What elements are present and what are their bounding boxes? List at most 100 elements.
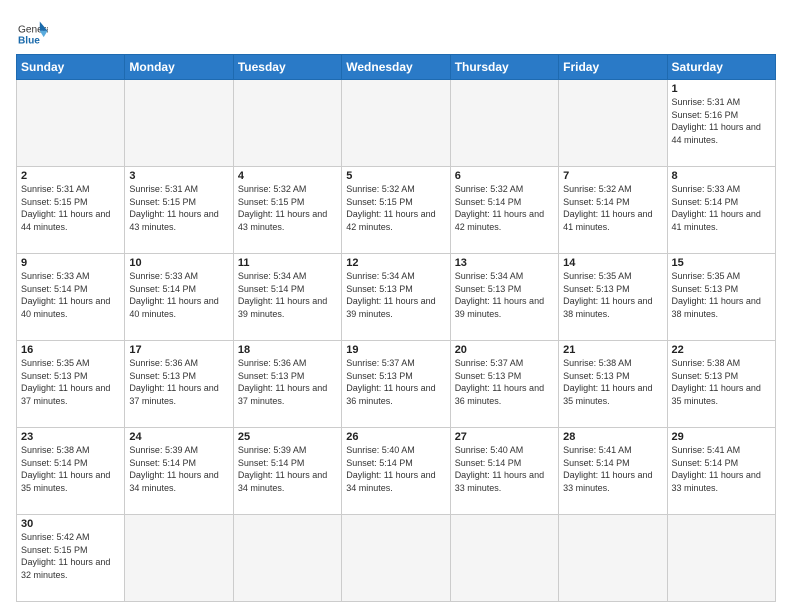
day-number: 3	[129, 170, 228, 182]
calendar-cell: 23Sunrise: 5:38 AMSunset: 5:14 PMDayligh…	[17, 428, 125, 515]
day-number: 11	[238, 257, 337, 269]
day-info: Sunrise: 5:36 AMSunset: 5:13 PMDaylight:…	[129, 357, 228, 407]
calendar-cell: 1Sunrise: 5:31 AMSunset: 5:16 PMDaylight…	[667, 80, 775, 167]
day-info: Sunrise: 5:32 AMSunset: 5:14 PMDaylight:…	[455, 183, 554, 233]
day-info: Sunrise: 5:38 AMSunset: 5:13 PMDaylight:…	[672, 357, 771, 407]
weekday-row: SundayMondayTuesdayWednesdayThursdayFrid…	[17, 55, 776, 80]
calendar-cell: 22Sunrise: 5:38 AMSunset: 5:13 PMDayligh…	[667, 341, 775, 428]
calendar-cell: 9Sunrise: 5:33 AMSunset: 5:14 PMDaylight…	[17, 254, 125, 341]
day-number: 24	[129, 431, 228, 443]
calendar-cell: 29Sunrise: 5:41 AMSunset: 5:14 PMDayligh…	[667, 428, 775, 515]
calendar-cell: 18Sunrise: 5:36 AMSunset: 5:13 PMDayligh…	[233, 341, 341, 428]
day-info: Sunrise: 5:33 AMSunset: 5:14 PMDaylight:…	[21, 270, 120, 320]
day-number: 6	[455, 170, 554, 182]
calendar-cell: 21Sunrise: 5:38 AMSunset: 5:13 PMDayligh…	[559, 341, 667, 428]
calendar-week-6: 30Sunrise: 5:42 AMSunset: 5:15 PMDayligh…	[17, 515, 776, 602]
day-number: 10	[129, 257, 228, 269]
calendar-week-4: 16Sunrise: 5:35 AMSunset: 5:13 PMDayligh…	[17, 341, 776, 428]
day-info: Sunrise: 5:41 AMSunset: 5:14 PMDaylight:…	[672, 444, 771, 494]
calendar-week-3: 9Sunrise: 5:33 AMSunset: 5:14 PMDaylight…	[17, 254, 776, 341]
calendar-cell: 13Sunrise: 5:34 AMSunset: 5:13 PMDayligh…	[450, 254, 558, 341]
day-info: Sunrise: 5:38 AMSunset: 5:13 PMDaylight:…	[563, 357, 662, 407]
calendar-cell: 19Sunrise: 5:37 AMSunset: 5:13 PMDayligh…	[342, 341, 450, 428]
day-number: 28	[563, 431, 662, 443]
calendar-cell: 15Sunrise: 5:35 AMSunset: 5:13 PMDayligh…	[667, 254, 775, 341]
day-info: Sunrise: 5:39 AMSunset: 5:14 PMDaylight:…	[238, 444, 337, 494]
day-number: 22	[672, 344, 771, 356]
day-number: 26	[346, 431, 445, 443]
day-info: Sunrise: 5:35 AMSunset: 5:13 PMDaylight:…	[563, 270, 662, 320]
calendar-cell	[559, 80, 667, 167]
calendar-cell	[559, 515, 667, 602]
day-info: Sunrise: 5:37 AMSunset: 5:13 PMDaylight:…	[455, 357, 554, 407]
calendar-cell	[125, 515, 233, 602]
day-number: 14	[563, 257, 662, 269]
calendar-cell: 24Sunrise: 5:39 AMSunset: 5:14 PMDayligh…	[125, 428, 233, 515]
day-info: Sunrise: 5:33 AMSunset: 5:14 PMDaylight:…	[129, 270, 228, 320]
day-number: 27	[455, 431, 554, 443]
day-info: Sunrise: 5:33 AMSunset: 5:14 PMDaylight:…	[672, 183, 771, 233]
day-info: Sunrise: 5:40 AMSunset: 5:14 PMDaylight:…	[455, 444, 554, 494]
day-info: Sunrise: 5:31 AMSunset: 5:16 PMDaylight:…	[672, 96, 771, 146]
page: General Blue SundayMondayTuesdayWednesda…	[0, 0, 792, 612]
calendar-week-5: 23Sunrise: 5:38 AMSunset: 5:14 PMDayligh…	[17, 428, 776, 515]
calendar-cell: 16Sunrise: 5:35 AMSunset: 5:13 PMDayligh…	[17, 341, 125, 428]
calendar-cell: 11Sunrise: 5:34 AMSunset: 5:14 PMDayligh…	[233, 254, 341, 341]
day-number: 1	[672, 83, 771, 95]
weekday-header-monday: Monday	[125, 55, 233, 80]
calendar-cell	[233, 80, 341, 167]
calendar-cell: 12Sunrise: 5:34 AMSunset: 5:13 PMDayligh…	[342, 254, 450, 341]
day-number: 30	[21, 518, 120, 530]
calendar-cell: 26Sunrise: 5:40 AMSunset: 5:14 PMDayligh…	[342, 428, 450, 515]
calendar-cell	[17, 80, 125, 167]
calendar-cell	[125, 80, 233, 167]
day-info: Sunrise: 5:34 AMSunset: 5:13 PMDaylight:…	[346, 270, 445, 320]
calendar-cell: 5Sunrise: 5:32 AMSunset: 5:15 PMDaylight…	[342, 167, 450, 254]
logo-icon: General Blue	[16, 20, 48, 48]
day-info: Sunrise: 5:38 AMSunset: 5:14 PMDaylight:…	[21, 444, 120, 494]
calendar-cell: 8Sunrise: 5:33 AMSunset: 5:14 PMDaylight…	[667, 167, 775, 254]
logo: General Blue	[16, 20, 48, 48]
day-info: Sunrise: 5:32 AMSunset: 5:15 PMDaylight:…	[238, 183, 337, 233]
day-info: Sunrise: 5:41 AMSunset: 5:14 PMDaylight:…	[563, 444, 662, 494]
calendar-cell: 14Sunrise: 5:35 AMSunset: 5:13 PMDayligh…	[559, 254, 667, 341]
calendar-cell	[342, 515, 450, 602]
calendar-cell	[450, 515, 558, 602]
calendar-cell: 20Sunrise: 5:37 AMSunset: 5:13 PMDayligh…	[450, 341, 558, 428]
calendar-week-1: 1Sunrise: 5:31 AMSunset: 5:16 PMDaylight…	[17, 80, 776, 167]
day-number: 25	[238, 431, 337, 443]
day-info: Sunrise: 5:40 AMSunset: 5:14 PMDaylight:…	[346, 444, 445, 494]
weekday-header-sunday: Sunday	[17, 55, 125, 80]
weekday-header-tuesday: Tuesday	[233, 55, 341, 80]
calendar-cell: 27Sunrise: 5:40 AMSunset: 5:14 PMDayligh…	[450, 428, 558, 515]
weekday-header-friday: Friday	[559, 55, 667, 80]
day-info: Sunrise: 5:32 AMSunset: 5:15 PMDaylight:…	[346, 183, 445, 233]
day-info: Sunrise: 5:39 AMSunset: 5:14 PMDaylight:…	[129, 444, 228, 494]
day-number: 21	[563, 344, 662, 356]
day-number: 9	[21, 257, 120, 269]
calendar-cell: 10Sunrise: 5:33 AMSunset: 5:14 PMDayligh…	[125, 254, 233, 341]
day-info: Sunrise: 5:35 AMSunset: 5:13 PMDaylight:…	[672, 270, 771, 320]
calendar-cell: 7Sunrise: 5:32 AMSunset: 5:14 PMDaylight…	[559, 167, 667, 254]
calendar-cell: 6Sunrise: 5:32 AMSunset: 5:14 PMDaylight…	[450, 167, 558, 254]
day-info: Sunrise: 5:32 AMSunset: 5:14 PMDaylight:…	[563, 183, 662, 233]
day-info: Sunrise: 5:31 AMSunset: 5:15 PMDaylight:…	[21, 183, 120, 233]
calendar-cell: 25Sunrise: 5:39 AMSunset: 5:14 PMDayligh…	[233, 428, 341, 515]
day-number: 18	[238, 344, 337, 356]
day-number: 5	[346, 170, 445, 182]
calendar-cell: 2Sunrise: 5:31 AMSunset: 5:15 PMDaylight…	[17, 167, 125, 254]
day-info: Sunrise: 5:35 AMSunset: 5:13 PMDaylight:…	[21, 357, 120, 407]
calendar-cell: 3Sunrise: 5:31 AMSunset: 5:15 PMDaylight…	[125, 167, 233, 254]
day-info: Sunrise: 5:36 AMSunset: 5:13 PMDaylight:…	[238, 357, 337, 407]
calendar-cell: 28Sunrise: 5:41 AMSunset: 5:14 PMDayligh…	[559, 428, 667, 515]
calendar-week-2: 2Sunrise: 5:31 AMSunset: 5:15 PMDaylight…	[17, 167, 776, 254]
calendar-cell: 30Sunrise: 5:42 AMSunset: 5:15 PMDayligh…	[17, 515, 125, 602]
day-number: 7	[563, 170, 662, 182]
day-info: Sunrise: 5:34 AMSunset: 5:14 PMDaylight:…	[238, 270, 337, 320]
calendar-body: 1Sunrise: 5:31 AMSunset: 5:16 PMDaylight…	[17, 80, 776, 602]
day-info: Sunrise: 5:42 AMSunset: 5:15 PMDaylight:…	[21, 531, 120, 581]
day-number: 13	[455, 257, 554, 269]
calendar-cell	[342, 80, 450, 167]
calendar-header: SundayMondayTuesdayWednesdayThursdayFrid…	[17, 55, 776, 80]
day-number: 17	[129, 344, 228, 356]
